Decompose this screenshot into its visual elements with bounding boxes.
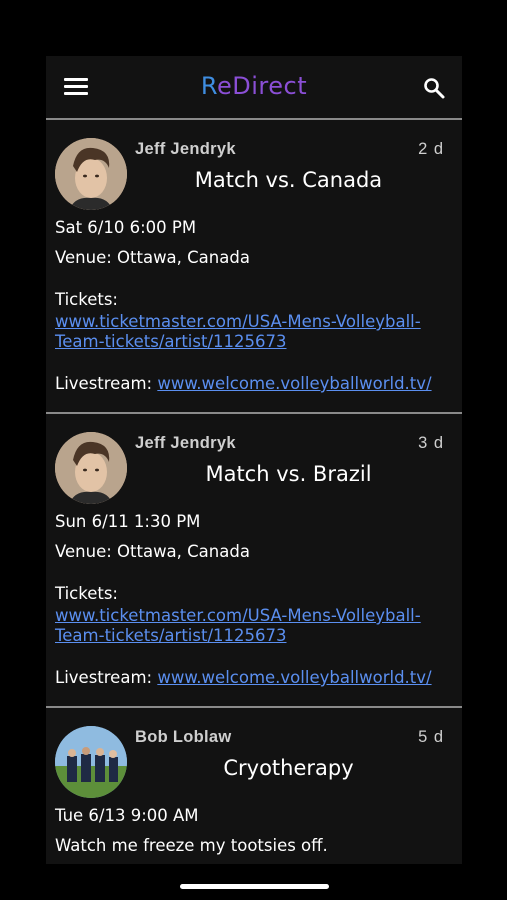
event-post[interactable]: Jeff Jendryk 2 d Match vs. Canada Sat 6/… xyxy=(46,120,462,414)
post-age: 2 d xyxy=(418,140,444,158)
app-screen: ReDirect Jeff Jendryk 2 d Match vs. Cana… xyxy=(46,56,462,864)
livestream-link[interactable]: www.welcome.volleyballworld.tv/ xyxy=(157,668,431,687)
tickets-label: Tickets: xyxy=(55,584,118,603)
post-author[interactable]: Bob Loblaw xyxy=(135,728,232,747)
livestream-label: Livestream: xyxy=(55,668,153,687)
app-logo: ReDirect xyxy=(200,72,308,100)
event-venue: Venue: Ottawa, Canada xyxy=(55,248,250,267)
post-age: 3 d xyxy=(418,434,444,452)
top-app-bar: ReDirect xyxy=(46,56,462,120)
home-indicator[interactable] xyxy=(180,884,329,889)
post-title: Match vs. Brazil xyxy=(205,462,372,486)
avatar[interactable] xyxy=(55,138,127,210)
post-author[interactable]: Jeff Jendryk xyxy=(135,434,236,453)
livestream-link[interactable]: www.welcome.volleyballworld.tv/ xyxy=(157,374,431,393)
avatar[interactable] xyxy=(55,432,127,504)
livestream-row: Livestream: www.welcome.volleyballworld.… xyxy=(55,374,432,393)
post-body: Watch me freeze my tootsies off. xyxy=(55,836,328,855)
post-author[interactable]: Jeff Jendryk xyxy=(135,140,236,159)
search-icon[interactable] xyxy=(422,76,446,100)
event-datetime: Sun 6/11 1:30 PM xyxy=(55,512,201,531)
livestream-label: Livestream: xyxy=(55,374,153,393)
event-post[interactable]: Bob Loblaw 5 d Cryotherapy Tue 6/13 9:00… xyxy=(46,708,462,864)
event-datetime: Tue 6/13 9:00 AM xyxy=(55,806,199,825)
post-title: Cryotherapy xyxy=(223,756,354,780)
livestream-row: Livestream: www.welcome.volleyballworld.… xyxy=(55,668,432,687)
event-datetime: Sat 6/10 6:00 PM xyxy=(55,218,197,237)
tickets-link[interactable]: www.ticketmaster.com/USA-Mens-Volleyball… xyxy=(55,312,445,352)
post-title: Match vs. Canada xyxy=(194,168,383,192)
event-venue: Venue: Ottawa, Canada xyxy=(55,542,250,561)
tickets-label: Tickets: xyxy=(55,290,118,309)
tickets-link[interactable]: www.ticketmaster.com/USA-Mens-Volleyball… xyxy=(55,606,445,646)
event-post[interactable]: Jeff Jendryk 3 d Match vs. Brazil Sun 6/… xyxy=(46,414,462,708)
avatar[interactable] xyxy=(55,726,127,798)
post-age: 5 d xyxy=(418,728,444,746)
